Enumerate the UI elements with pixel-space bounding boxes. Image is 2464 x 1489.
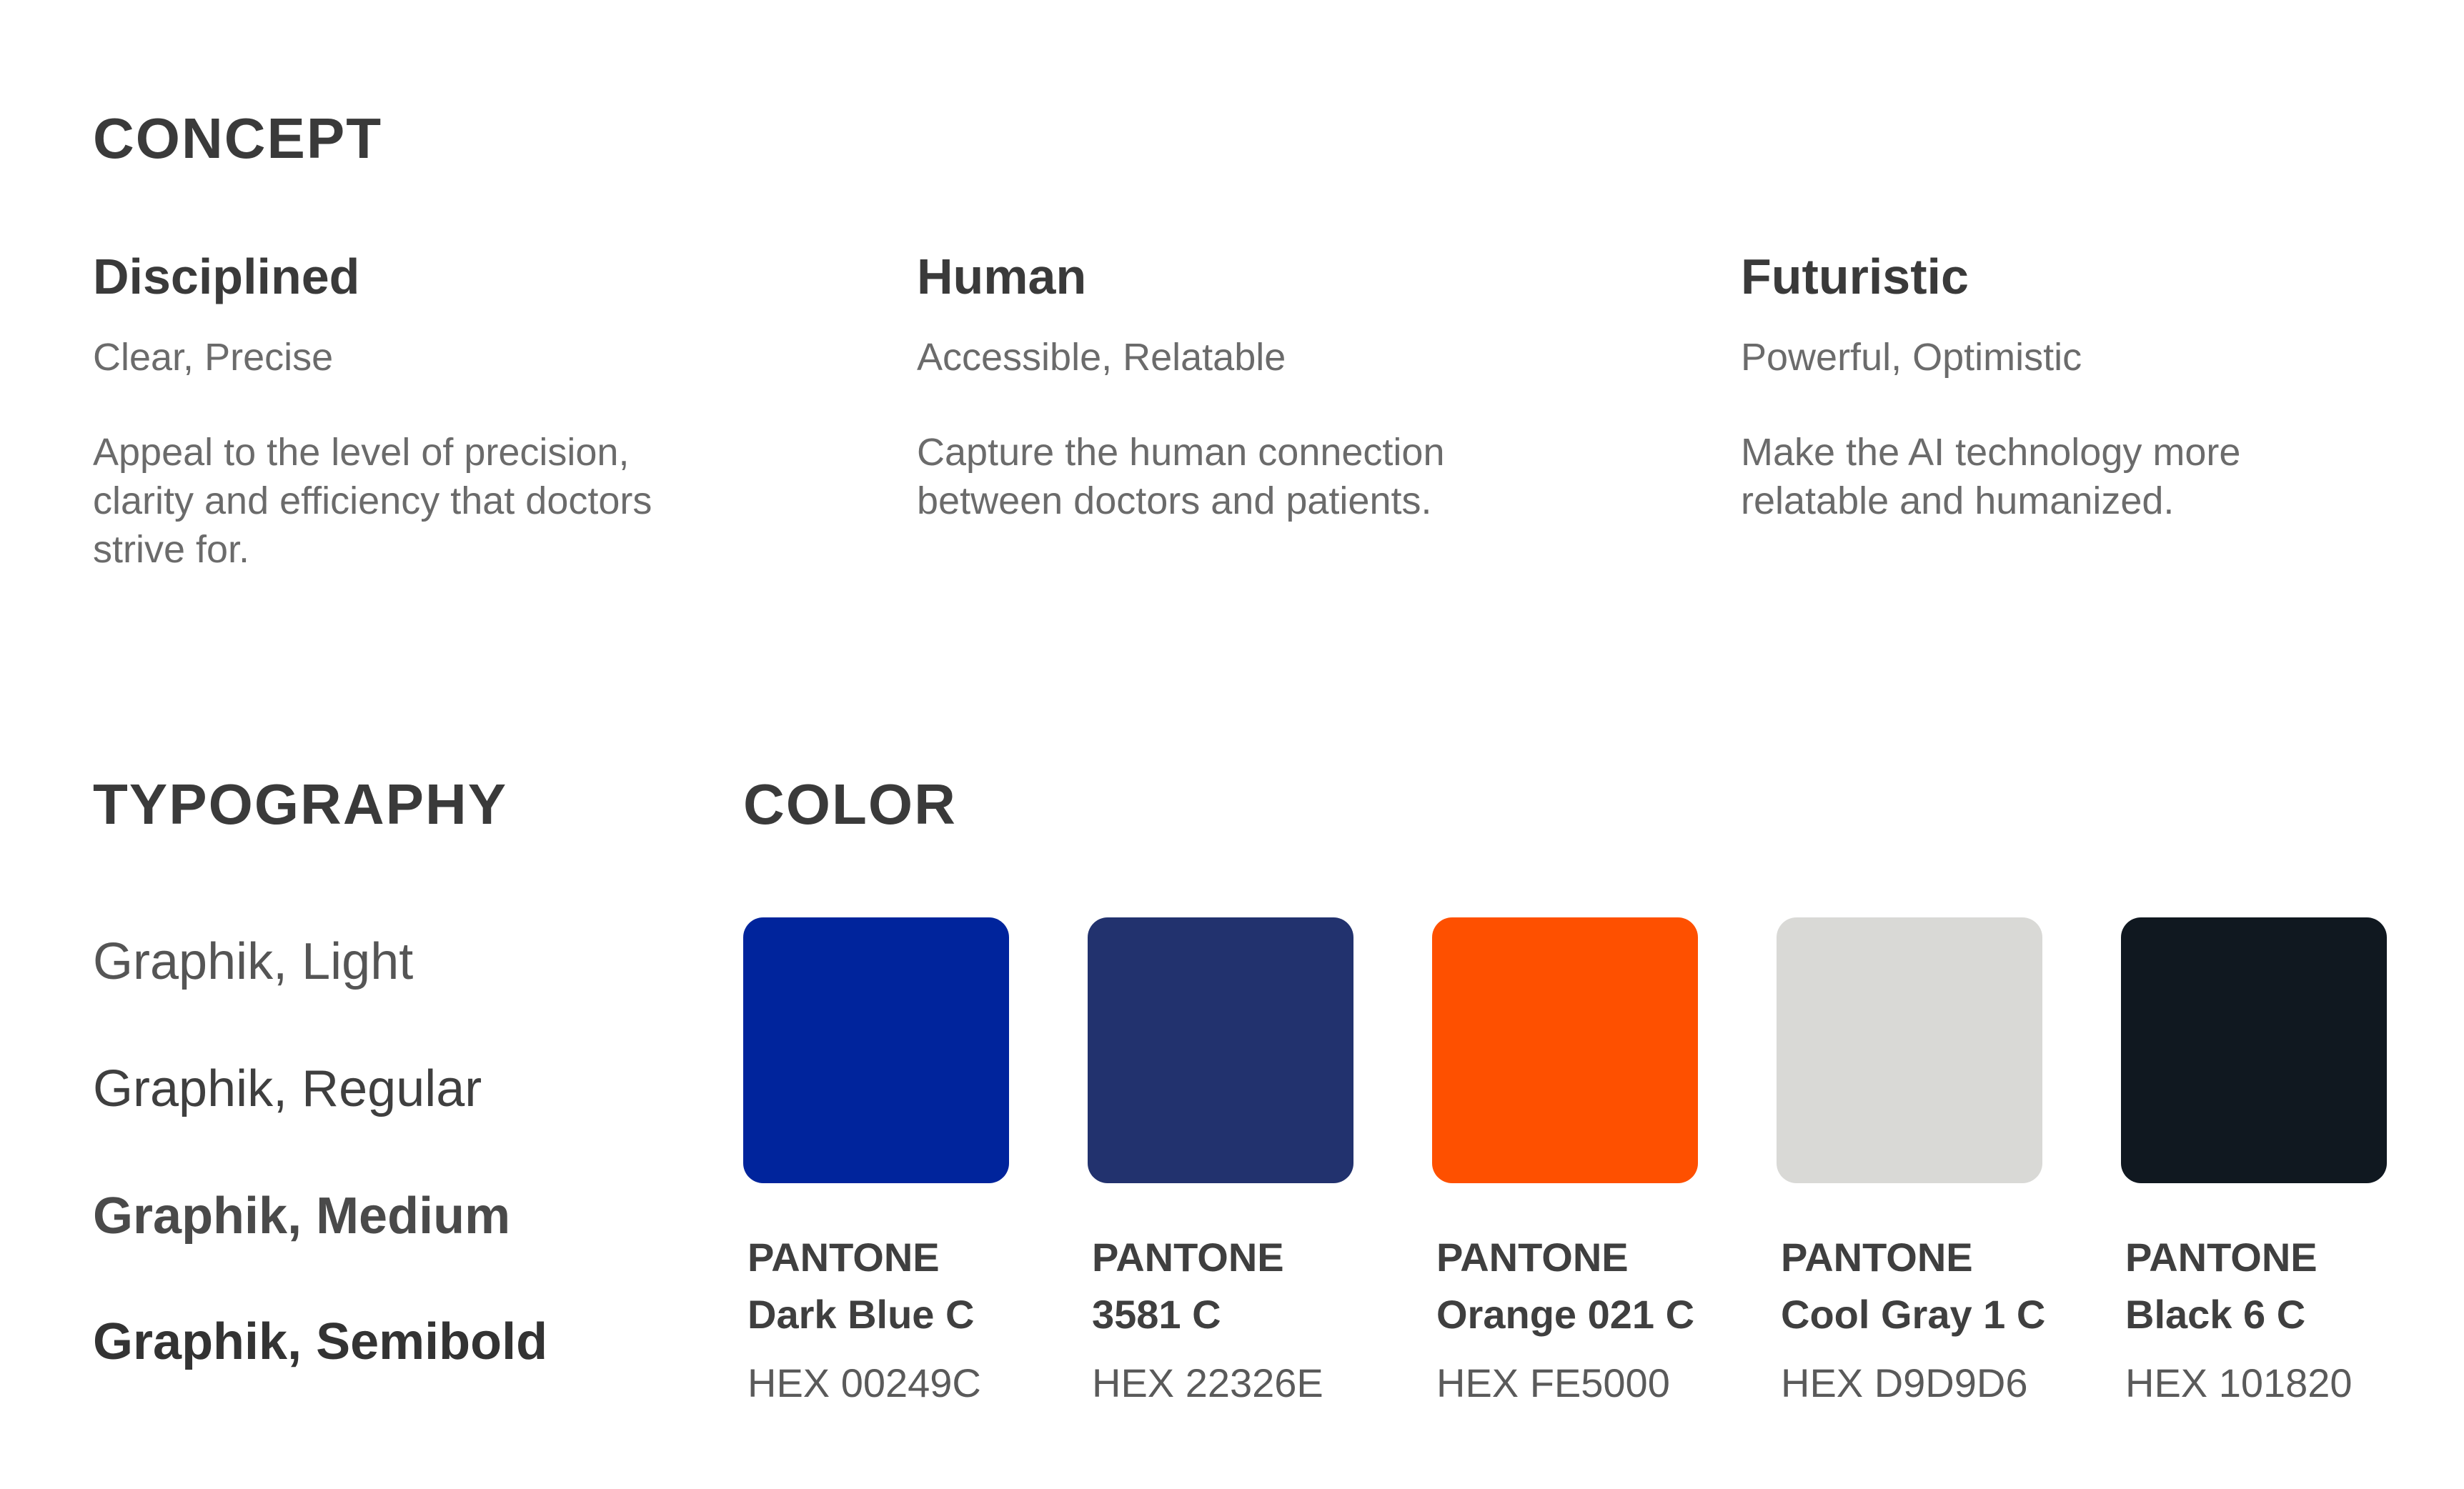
typography-section-title: TYPOGRAPHY — [93, 772, 508, 836]
concept-heading: Disciplined — [93, 249, 360, 304]
concept-subheading: Clear, Precise — [93, 336, 334, 379]
pantone-name: 3581 C — [1092, 1292, 1221, 1337]
pantone-label: PANTONE Orange 021 C — [1436, 1229, 1698, 1343]
concept-section-title: CONCEPT — [93, 106, 383, 170]
concept-column-human: Human Accessible, Relatable Capture the … — [917, 252, 1631, 525]
concept-column-disciplined: Disciplined Clear, Precise Appeal to the… — [93, 252, 808, 574]
concept-description: Appeal to the level of precision, clarit… — [93, 430, 652, 571]
color-swatch-card: PANTONE Cool Gray 1 C HEX D9D9D6 — [1777, 917, 2046, 1405]
color-swatch-card: PANTONE 3581 C HEX 22326E — [1088, 917, 1353, 1403]
pantone-label: PANTONE Dark Blue C — [747, 1229, 1009, 1343]
hex-label: HEX FE5000 — [1436, 1360, 1670, 1405]
pantone-label: PANTONE Black 6 C — [2125, 1229, 2387, 1343]
pantone-name: Black 6 C — [2125, 1292, 2306, 1337]
hex-label: HEX 22326E — [1092, 1360, 1323, 1405]
color-swatch — [2121, 917, 2387, 1183]
pantone-line: PANTONE — [1781, 1235, 1973, 1280]
pantone-name: Orange 021 C — [1436, 1292, 1695, 1337]
color-swatch — [1088, 917, 1353, 1183]
concept-heading: Futuristic — [1741, 249, 1969, 304]
typography-sample-semibold: Graphik, Semibold — [93, 1313, 548, 1370]
concept-subheading: Accessible, Relatable — [917, 336, 1286, 379]
pantone-line: PANTONE — [1092, 1235, 1284, 1280]
typography-sample-medium: Graphik, Medium — [93, 1187, 511, 1245]
color-section-title: COLOR — [743, 772, 957, 836]
pantone-name: Cool Gray 1 C — [1781, 1292, 2046, 1337]
typography-sample-light: Graphik, Light — [93, 933, 414, 990]
hex-label: HEX 101820 — [2125, 1360, 2353, 1405]
color-swatch — [1777, 917, 2042, 1183]
color-swatch-card: PANTONE Black 6 C HEX 101820 — [2121, 917, 2387, 1403]
pantone-line: PANTONE — [747, 1235, 940, 1280]
concept-description: Make the AI technology more relatable an… — [1741, 430, 2241, 522]
hex-label: HEX D9D9D6 — [1781, 1360, 2028, 1405]
color-swatch-card: PANTONE Dark Blue C HEX 00249C — [743, 917, 1009, 1403]
pantone-label: PANTONE 3581 C — [1092, 1229, 1353, 1343]
concept-column-futuristic: Futuristic Powerful, Optimistic Make the… — [1741, 252, 2455, 525]
concept-description: Capture the human connection between doc… — [917, 430, 1445, 522]
hex-label: HEX 00249C — [747, 1360, 981, 1405]
color-swatch — [743, 917, 1009, 1183]
color-swatch-card: PANTONE Orange 021 C HEX FE5000 — [1432, 917, 1698, 1403]
concept-heading: Human — [917, 249, 1087, 304]
pantone-line: PANTONE — [1436, 1235, 1629, 1280]
concept-subheading: Powerful, Optimistic — [1741, 336, 2082, 379]
color-swatch — [1432, 917, 1698, 1183]
pantone-line: PANTONE — [2125, 1235, 2318, 1280]
typography-sample-regular: Graphik, Regular — [93, 1060, 482, 1117]
pantone-name: Dark Blue C — [747, 1292, 975, 1337]
pantone-label: PANTONE Cool Gray 1 C — [1781, 1229, 2046, 1343]
